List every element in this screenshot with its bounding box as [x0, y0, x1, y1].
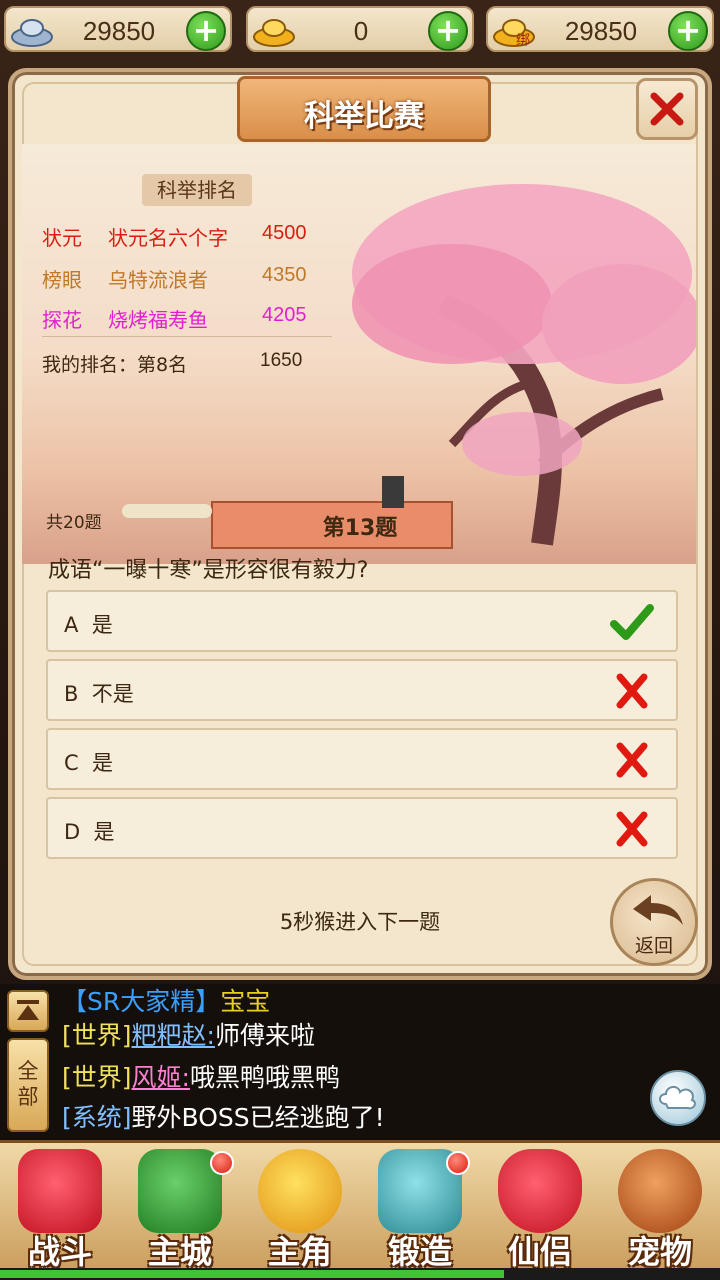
nav-label: 主角 — [267, 1233, 332, 1271]
chat-text: 师傅来啦 — [214, 1021, 315, 1050]
option-b[interactable]: B 不是 — [46, 659, 678, 721]
rank-player-name: 状元名六个字 — [108, 226, 228, 250]
rank-title: 榜眼 — [42, 268, 82, 292]
silver-value: 29850 — [82, 16, 156, 46]
notification-badge — [210, 1151, 234, 1175]
option-label: D 是 — [64, 820, 115, 844]
notification-badge — [446, 1151, 470, 1175]
chat-sender[interactable]: 粑粑赵: — [132, 1021, 215, 1050]
battle-icon — [18, 1149, 102, 1233]
cloud-menu-button[interactable] — [650, 1070, 706, 1126]
nav-label: 主城 — [147, 1233, 212, 1271]
close-icon — [650, 92, 684, 126]
next-question-timer: 5秒猴进入下一题 — [279, 910, 441, 934]
my-rank-label: 我的排名：第8名 — [42, 354, 188, 376]
panel-title: 科举比赛 — [304, 99, 424, 134]
add-silver-button[interactable]: + — [186, 11, 226, 51]
ranking-divider — [42, 336, 332, 337]
add-bound-gold-button[interactable]: + — [668, 11, 708, 51]
bound-gold-value: 29850 — [564, 16, 638, 46]
option-label: B 不是 — [64, 682, 134, 706]
title-banner: 科举比赛 — [237, 76, 491, 142]
cross-icon — [616, 742, 648, 778]
silver-ingot-icon — [11, 19, 53, 47]
rank-player-name: 烧烤福寿鱼 — [108, 308, 208, 332]
silver-currency: 29850 + — [4, 6, 232, 52]
back-label: 返回 — [634, 935, 673, 957]
nav-label: 锻造 — [387, 1233, 452, 1271]
check-icon — [610, 604, 654, 640]
option-a[interactable]: A 是 — [46, 590, 678, 652]
question-text: 成语“一曝十寒”是形容很有毅力? — [48, 558, 369, 583]
back-arrow-icon — [633, 895, 683, 925]
chat-message: 【SR大家精】宝宝 — [62, 982, 270, 1018]
gold-currency: 0 + — [246, 6, 474, 52]
rank-title: 状元 — [42, 226, 82, 250]
exam-panel: 科举排名 状元 状元名六个字 4500 榜眼 乌特流浪者 4350 探花 烧烤福… — [8, 68, 712, 980]
option-c[interactable]: C 是 — [46, 728, 678, 790]
rank-title: 探花 — [42, 308, 82, 332]
cloud-icon — [659, 1086, 696, 1110]
cherry-blossom-scene: 科举排名 状元 状元名六个字 4500 榜眼 乌特流浪者 4350 探花 烧烤福… — [22, 144, 696, 564]
chat-message: [世界]粑粑赵:师傅来啦 — [62, 1016, 315, 1052]
heart-icon — [498, 1149, 582, 1233]
chat-expand-button[interactable] — [7, 990, 49, 1032]
chat-sender[interactable]: 宝宝 — [220, 987, 270, 1016]
chat-message: [系统]野外BOSS已经逃跑了! — [62, 1098, 385, 1134]
chat-channel: 【SR大家精】 — [62, 987, 221, 1016]
nav-city[interactable]: 主城 — [124, 1149, 236, 1273]
nav-battle[interactable]: 战斗 — [4, 1149, 116, 1273]
nav-partner[interactable]: 仙侣 — [484, 1149, 596, 1273]
rank-score: 4205 — [262, 304, 307, 326]
gold-ingot-icon — [253, 19, 295, 47]
nav-label: 战斗 — [27, 1233, 92, 1271]
chat-panel: 全部 【SR大家精】宝宝 [世界]粑粑赵:师傅来啦 [世界]风姬:哦黑鸭哦黑鸭 … — [0, 984, 720, 1140]
chat-sender[interactable]: 风姬: — [132, 1063, 190, 1092]
chat-text: 哦黑鸭哦黑鸭 — [189, 1063, 340, 1092]
back-button[interactable]: 返回 — [610, 878, 698, 966]
chat-channel: [系统] — [62, 1103, 132, 1132]
bound-gold-currency: 绑 29850 + — [486, 6, 714, 52]
chat-channel-all-button[interactable]: 全部 — [7, 1038, 49, 1132]
close-button[interactable] — [636, 78, 698, 140]
question-number: 第13题 — [322, 516, 398, 541]
bound-tag: 绑 — [516, 33, 530, 49]
cross-icon — [616, 811, 648, 847]
nav-forge[interactable]: 锻造 — [364, 1149, 476, 1273]
nav-hero[interactable]: 主角 — [244, 1149, 356, 1273]
monkey-icon — [618, 1149, 702, 1233]
bottom-nav: 战斗 主城 主角 锻造 仙侣 宠物 — [0, 1140, 720, 1280]
bound-gold-ingot-icon: 绑 — [493, 19, 535, 49]
rank-score: 4350 — [262, 264, 307, 286]
rank-score: 4500 — [262, 222, 307, 244]
experience-fill — [0, 1270, 504, 1278]
cross-icon — [616, 673, 648, 709]
option-label: C 是 — [64, 751, 114, 775]
chat-text: 野外BOSS已经逃跑了! — [131, 1103, 385, 1132]
my-rank-score: 1650 — [260, 350, 303, 371]
add-gold-button[interactable]: + — [428, 11, 468, 51]
nav-label: 宠物 — [627, 1233, 692, 1271]
chat-channel: [世界] — [62, 1021, 132, 1050]
currency-bar: 29850 + 0 + 绑 29850 + — [0, 0, 720, 62]
rank-player-name: 乌特流浪者 — [108, 268, 208, 292]
chat-channel: [世界] — [62, 1063, 132, 1092]
nav-pet[interactable]: 宠物 — [604, 1149, 716, 1273]
ranking-header: 科举排名 — [142, 174, 252, 206]
chat-message: [世界]风姬:哦黑鸭哦黑鸭 — [62, 1058, 340, 1094]
gold-value: 0 — [353, 16, 369, 46]
hero-icon — [258, 1149, 342, 1233]
option-label: A 是 — [64, 613, 113, 637]
option-d[interactable]: D 是 — [46, 797, 678, 859]
nav-label: 仙侣 — [507, 1233, 572, 1271]
arrow-up-icon — [17, 1000, 39, 1020]
experience-bar — [0, 1268, 720, 1280]
